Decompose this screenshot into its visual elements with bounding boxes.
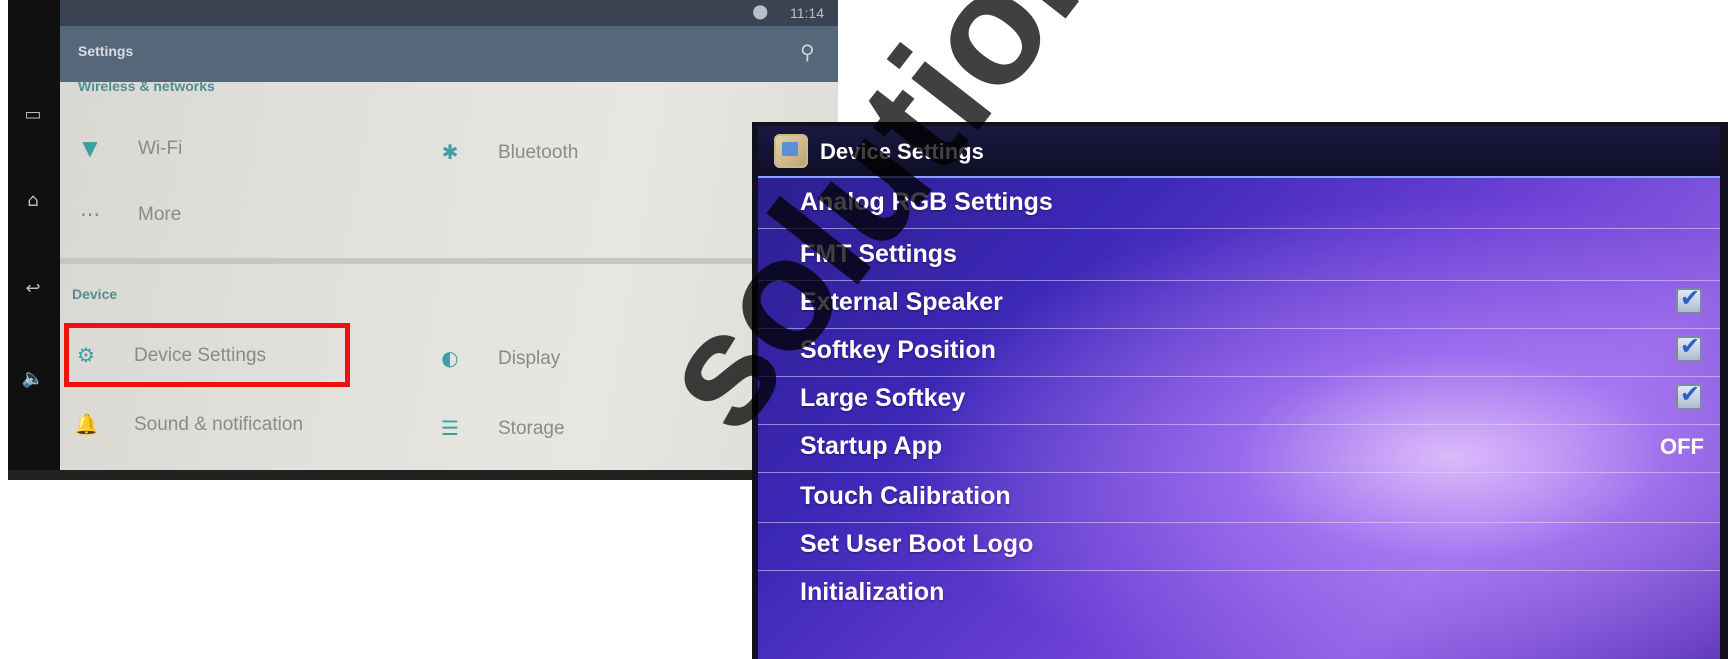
menu-item-label: Touch Calibration — [800, 482, 1011, 510]
menu-item-softkey-position[interactable]: Softkey Position — [758, 324, 1720, 377]
settings-item-label: Wi-Fi — [138, 138, 183, 159]
device-settings-photo: Device Settings Analog RGB Settings FMT … — [752, 122, 1728, 659]
device-settings-screen: Device Settings Analog RGB Settings FMT … — [758, 126, 1720, 659]
settings-item-bluetooth[interactable]: ✱ Bluetooth — [438, 122, 798, 182]
section-header-wireless: Wireless & networks — [78, 78, 215, 94]
bluetooth-icon: ✱ — [441, 140, 459, 164]
settings-item-label: Sound & notification — [134, 414, 304, 435]
device-bezel — [8, 470, 838, 480]
search-icon[interactable]: ⚲ — [800, 40, 826, 66]
menu-item-fmt[interactable]: FMT Settings — [758, 228, 1720, 281]
android-screen: ⬤ 11:14 Settings ⚲ Wireless & networks ▼… — [60, 0, 838, 470]
menu-item-boot-logo[interactable]: Set User Boot Logo — [758, 518, 1720, 571]
menu-item-startup-app[interactable]: Startup App OFF — [758, 420, 1720, 473]
home-icon[interactable]: ⌂ — [18, 190, 48, 212]
settings-item-label: Display — [498, 348, 561, 369]
menu-item-touch-calibration[interactable]: Touch Calibration — [758, 470, 1720, 523]
menu-item-label: FMT Settings — [800, 240, 957, 268]
bell-icon: 🔔 — [74, 412, 99, 436]
menu-item-label: Analog RGB Settings — [800, 188, 1053, 216]
menu-item-external-speaker[interactable]: External Speaker — [758, 276, 1720, 329]
title-bar: Device Settings — [758, 126, 1720, 178]
menu-item-label: Softkey Position — [800, 336, 996, 364]
storage-icon: ☰ — [441, 416, 459, 440]
menu-item-initialization[interactable]: Initialization — [758, 566, 1720, 618]
menu-item-label: Set User Boot Logo — [800, 530, 1034, 558]
settings-item-label: More — [138, 204, 182, 225]
section-header-device: Device — [72, 286, 118, 302]
highlight-box — [64, 323, 350, 387]
settings-item-display[interactable]: ◐ Display — [438, 328, 798, 388]
volume-icon[interactable]: 🔈 — [18, 368, 48, 390]
menu-item-label: External Speaker — [800, 288, 1003, 316]
brightness-icon: ◐ — [441, 346, 459, 370]
android-settings-photo: ▭ ⌂ ↩ 🔈 ⬤ 11:14 Settings ⚲ Wireless & ne… — [8, 0, 838, 480]
status-time: 11:14 — [790, 5, 824, 21]
more-icon: ⋯ — [80, 202, 100, 226]
status-bar: ⬤ 11:14 — [60, 0, 838, 26]
app-icon — [774, 134, 808, 168]
location-icon: ⬤ — [752, 3, 768, 19]
settings-item-more[interactable]: ⋯ More — [78, 184, 438, 244]
settings-item-label: Bluetooth — [498, 142, 579, 163]
page-title: Device Settings — [820, 139, 984, 164]
menu-item-label: Startup App — [800, 432, 943, 460]
wifi-icon: ▼ — [82, 136, 98, 160]
settings-item-sound[interactable]: 🔔 Sound & notification — [74, 394, 434, 454]
settings-item-label: Storage — [498, 418, 565, 439]
settings-item-storage[interactable]: ☰ Storage — [438, 398, 798, 458]
menu-item-label: Large Softkey — [800, 384, 966, 412]
menu-item-label: Initialization — [800, 578, 945, 606]
menu-item-analog-rgb[interactable]: Analog RGB Settings — [758, 176, 1720, 229]
menu-item-large-softkey[interactable]: Large Softkey — [758, 372, 1720, 425]
app-bar: Settings ⚲ — [60, 26, 838, 82]
recent-apps-icon[interactable]: ▭ — [18, 104, 48, 126]
checkbox-checked-icon[interactable] — [1676, 332, 1702, 362]
menu-item-value: OFF — [1660, 434, 1704, 459]
android-nav-bar: ▭ ⌂ ↩ 🔈 — [8, 0, 60, 480]
settings-item-wifi[interactable]: ▼ Wi-Fi — [78, 118, 438, 178]
page-title: Settings — [78, 43, 134, 59]
checkbox-checked-icon[interactable] — [1676, 380, 1702, 410]
section-divider — [60, 258, 838, 264]
checkbox-checked-icon[interactable] — [1676, 284, 1702, 314]
back-icon[interactable]: ↩ — [18, 278, 48, 300]
